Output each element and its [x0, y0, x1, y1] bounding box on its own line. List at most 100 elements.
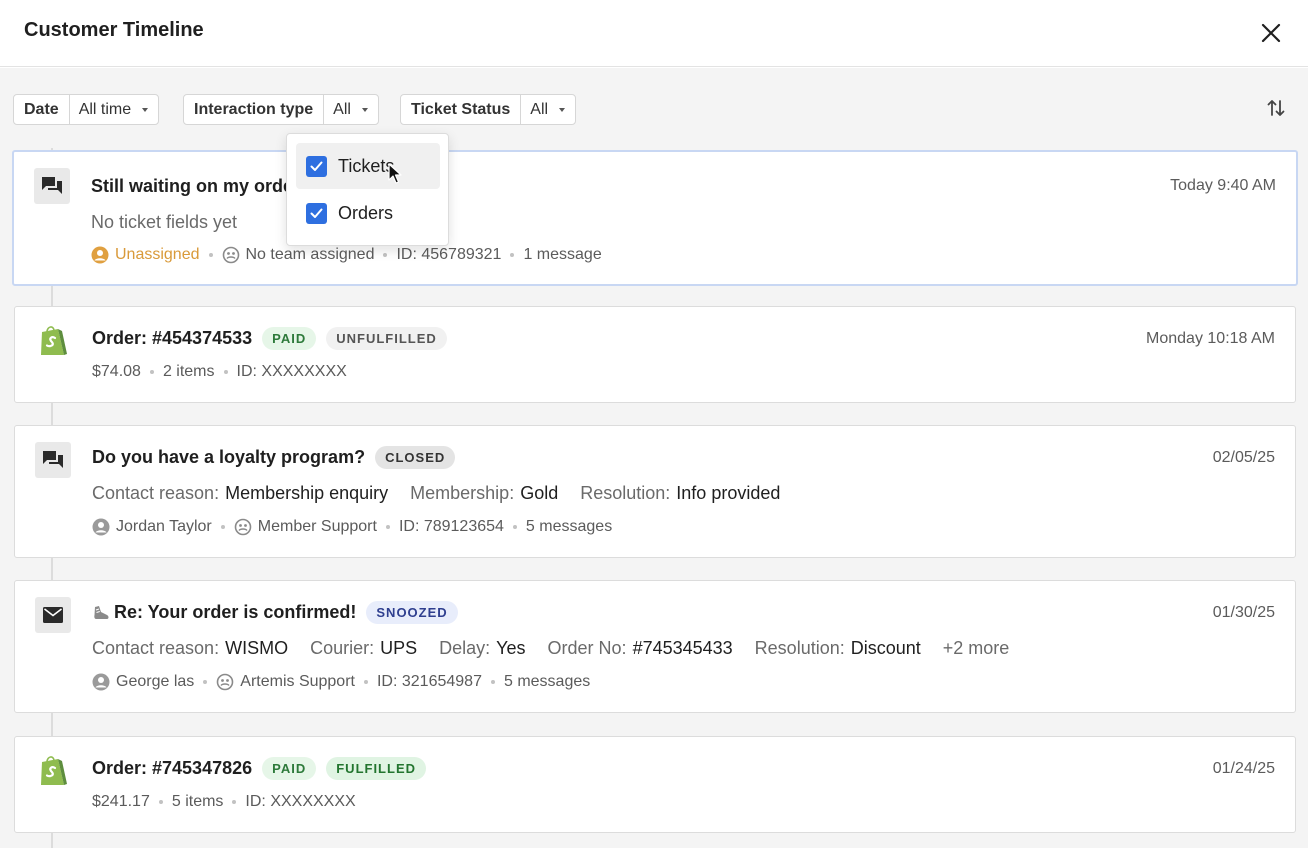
- ticket-id: ID: 456789321: [396, 246, 502, 263]
- separator-dot: [223, 370, 228, 374]
- shopify-icon: [35, 323, 71, 359]
- more-fields-link[interactable]: +2 more: [943, 638, 1010, 659]
- ticket-time: 02/05/25: [1212, 449, 1275, 466]
- team-name: Member Support: [257, 518, 377, 535]
- field-key: Resolution:: [754, 638, 845, 658]
- ticket-fields: Contact reason: Membership enquiry Member…: [92, 483, 780, 504]
- order-card[interactable]: Order: #454374533 PAID UNFULFILLED Monda…: [14, 306, 1296, 403]
- user-icon: [92, 518, 110, 536]
- assignee-name: Jordan Taylor: [116, 518, 212, 535]
- team: Artemis Support: [216, 673, 355, 691]
- field-key: Resolution:: [580, 483, 671, 503]
- interaction-type-select[interactable]: All: [324, 95, 378, 124]
- team: No team assigned: [222, 246, 375, 264]
- field-key: Courier:: [310, 638, 375, 658]
- ticket-id: ID: 789123654: [398, 518, 504, 535]
- close-icon: [1261, 23, 1281, 43]
- field-value: Discount: [850, 638, 921, 658]
- caret-down-icon: [559, 107, 566, 112]
- page-title: Customer Timeline: [24, 19, 204, 41]
- order-card[interactable]: Order: #745347826 PAID FULFILLED 01/24/2…: [14, 736, 1296, 833]
- ticket-field: Order No: #745345433: [548, 638, 733, 659]
- date-filter-label: Date: [14, 95, 70, 124]
- date-filter-value: All time: [78, 100, 132, 118]
- separator-dot: [149, 370, 154, 374]
- assignee-name: Unassigned: [115, 246, 200, 263]
- header: Customer Timeline: [0, 0, 1308, 67]
- field-key: Contact reason:: [92, 638, 220, 658]
- ticket-title-text: Do you have a loyalty program?: [92, 447, 366, 467]
- close-button[interactable]: [1256, 18, 1286, 48]
- option-label: Tickets: [338, 155, 395, 176]
- field-value: Membership enquiry: [225, 483, 389, 503]
- order-amount: $74.08: [92, 363, 141, 380]
- separator-dot: [363, 680, 368, 684]
- ticket-card[interactable]: Re: Your order is confirmed! SNOOZED 01/…: [14, 580, 1296, 713]
- shoe-icon: [94, 605, 109, 619]
- ticket-time: 01/30/25: [1212, 604, 1275, 621]
- paid-badge: PAID: [262, 327, 317, 350]
- ticket-meta: Unassigned No team assigned ID: 45678932…: [91, 246, 602, 264]
- interaction-type-filter[interactable]: Interaction type All: [183, 94, 379, 125]
- sort-arrows-icon: [1267, 100, 1285, 116]
- sort-button[interactable]: [1264, 96, 1288, 120]
- message-count: 1 message: [523, 246, 602, 263]
- ticket-field: Delay: Yes: [439, 638, 525, 659]
- field-key: Contact reason:: [92, 483, 220, 503]
- snoozed-badge: SNOOZED: [366, 601, 458, 624]
- order-meta: $241.17 5 items ID: XXXXXXXX: [92, 793, 356, 811]
- filter-bar: Date All time Interaction type All Ticke…: [0, 68, 1308, 148]
- ticket-field: Resolution: Discount: [755, 638, 921, 659]
- assignee: Unassigned: [91, 246, 200, 264]
- team-icon: [234, 518, 252, 536]
- ticket-fields: Contact reason: WISMO Courier: UPS Delay: Y…: [92, 638, 1009, 659]
- field-value: Yes: [496, 638, 526, 658]
- closed-badge: CLOSED: [375, 446, 456, 469]
- timeline: Still waiting on my orde Today 9:40 AM N…: [0, 148, 1308, 848]
- option-tickets[interactable]: Tickets: [296, 143, 440, 189]
- assignee-name: George las: [116, 673, 195, 690]
- option-label: Orders: [338, 202, 394, 223]
- ticket-field: Contact reason: Membership enquiry: [92, 483, 388, 504]
- date-filter-select[interactable]: All time: [70, 95, 158, 124]
- ticket-title-text: Re: Your order is confirmed!: [114, 602, 357, 622]
- field-key: Order No:: [547, 638, 627, 658]
- ticket-title: Re: Your order is confirmed! SNOOZED: [92, 601, 458, 624]
- caret-down-icon: [361, 107, 368, 112]
- message-count: 5 messages: [503, 673, 591, 690]
- separator-dot: [208, 253, 213, 257]
- ticket-meta: George las Artemis Support ID: 321654987…: [92, 673, 590, 691]
- order-time: Monday 10:18 AM: [1146, 330, 1275, 347]
- separator-dot: [385, 525, 390, 529]
- option-orders[interactable]: Orders: [296, 190, 440, 236]
- user-icon: [91, 246, 109, 264]
- field-value: #745345433: [632, 638, 733, 658]
- checkbox-checked-icon[interactable]: [306, 202, 327, 224]
- order-title: Order: #454374533 PAID UNFULFILLED: [92, 327, 447, 350]
- chat-icon: [35, 442, 71, 478]
- order-id: ID: XXXXXXXX: [236, 363, 347, 380]
- field-key: Delay:: [439, 638, 491, 658]
- order-items: 2 items: [162, 363, 215, 380]
- mail-icon: [35, 597, 71, 633]
- date-filter[interactable]: Date All time: [13, 94, 160, 125]
- team-name: No team assigned: [245, 246, 375, 263]
- mouse-cursor-icon: [388, 163, 402, 190]
- order-number: Order: #454374533: [92, 328, 253, 348]
- ticket-field: Contact reason: WISMO: [92, 638, 288, 659]
- team-icon: [222, 246, 239, 264]
- interaction-type-dropdown: Tickets Orders: [286, 133, 449, 246]
- chat-icon: [34, 168, 70, 204]
- user-icon: [92, 673, 110, 691]
- ticket-card[interactable]: Still waiting on my orde Today 9:40 AM N…: [12, 150, 1298, 286]
- fulfilled-badge: FULFILLED: [326, 757, 426, 780]
- order-items: 5 items: [171, 793, 224, 810]
- ticket-status-filter[interactable]: Ticket Status All: [400, 94, 577, 125]
- ticket-card[interactable]: Do you have a loyalty program? CLOSED 02…: [14, 425, 1296, 558]
- ticket-meta: Jordan Taylor Member Support ID: 7891236…: [92, 518, 612, 536]
- checkbox-checked-icon[interactable]: [306, 155, 327, 177]
- interaction-type-label: Interaction type: [184, 95, 325, 124]
- ticket-field: Membership: Gold: [410, 483, 558, 504]
- separator-dot: [203, 680, 208, 684]
- ticket-status-select[interactable]: All: [521, 95, 575, 124]
